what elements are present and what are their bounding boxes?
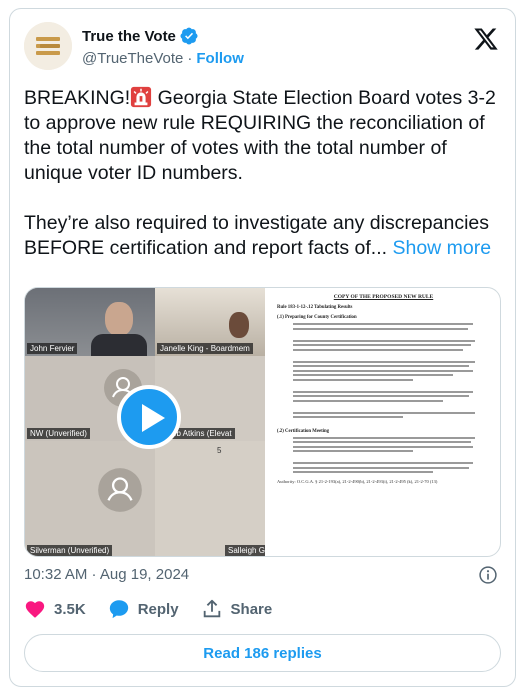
- participant-name: Janelle King - Boardmem: [157, 343, 253, 354]
- document-authority: Authority: O.C.G.A. § 21-2-193(a), 21-2-…: [277, 479, 438, 484]
- video-tile-john-fervier: John Fervier: [25, 288, 155, 356]
- tweet-text-body: Georgia State Election Board votes 3-2 t…: [24, 87, 496, 259]
- tweet-card: True the Vote @TrueTheVote · Follow BREA…: [9, 8, 516, 687]
- reply-button[interactable]: Reply: [108, 598, 179, 620]
- tweet-timestamp[interactable]: 10:32 AM · Aug 19, 2024: [24, 566, 189, 583]
- video-tile-silverman: Silverman (Unverified): [25, 441, 155, 556]
- author-display-name[interactable]: True the Vote: [82, 28, 176, 45]
- show-more-link[interactable]: Show more: [392, 237, 491, 259]
- video-media[interactable]: John Fervier Janelle King - Boardmem NW …: [24, 287, 501, 557]
- share-label: Share: [230, 600, 273, 618]
- follow-button[interactable]: Follow: [196, 50, 244, 67]
- play-button[interactable]: [117, 385, 181, 449]
- info-icon[interactable]: [478, 565, 498, 585]
- siren-emoji-icon: [131, 86, 152, 108]
- reply-bubble-icon: [109, 600, 128, 619]
- share-icon: [203, 599, 220, 618]
- verified-badge-icon: [180, 27, 198, 45]
- document-section-heading: (.1) Preparing for County Certification: [277, 315, 357, 320]
- participant-name: John Fervier: [27, 343, 78, 354]
- author-handle[interactable]: @TrueTheVote: [82, 50, 183, 67]
- like-button[interactable]: 3.5K: [24, 598, 86, 620]
- participant-placeholder-icon: [98, 468, 142, 512]
- x-logo-icon[interactable]: [473, 26, 499, 52]
- author-handle-row: @TrueTheVote · Follow: [82, 50, 244, 67]
- separator-dot: ·: [187, 50, 193, 67]
- share-button[interactable]: Share: [201, 598, 273, 620]
- tile-number: 5: [217, 446, 222, 455]
- document-rule-heading: Rule 183-1-12-.12 Tabulating Results: [277, 305, 353, 310]
- tweet-actions: 3.5K Reply Share: [24, 598, 294, 620]
- video-tile-salleigh-grubbs: 5 Salleigh Grubb: [155, 441, 265, 556]
- heart-icon: [25, 601, 45, 618]
- video-tile-janelle-king: Janelle King - Boardmem: [155, 288, 265, 356]
- avatar[interactable]: [24, 22, 72, 70]
- like-count: 3.5K: [54, 600, 86, 618]
- true-the-vote-logo-icon: [24, 22, 72, 70]
- participant-name: Salleigh Grubb: [225, 545, 265, 556]
- reply-label: Reply: [137, 600, 179, 618]
- document-title: COPY OF THE PROPOSED NEW RULE: [333, 294, 434, 300]
- document-section-heading: (.2) Certification Meeting: [277, 428, 330, 434]
- participant-name: NW (Unverified): [27, 428, 90, 439]
- play-icon: [142, 404, 165, 432]
- tweet-text-start: BREAKING!: [24, 87, 131, 109]
- author-name-row: True the Vote: [82, 27, 198, 45]
- proposed-rule-document: COPY OF THE PROPOSED NEW RULE Rule 183-1…: [265, 288, 500, 556]
- read-replies-button[interactable]: Read 186 replies: [24, 634, 501, 672]
- tweet-text: BREAKING! Georgia State Election Board v…: [24, 86, 504, 261]
- participant-name: Silverman (Unverified): [27, 545, 113, 556]
